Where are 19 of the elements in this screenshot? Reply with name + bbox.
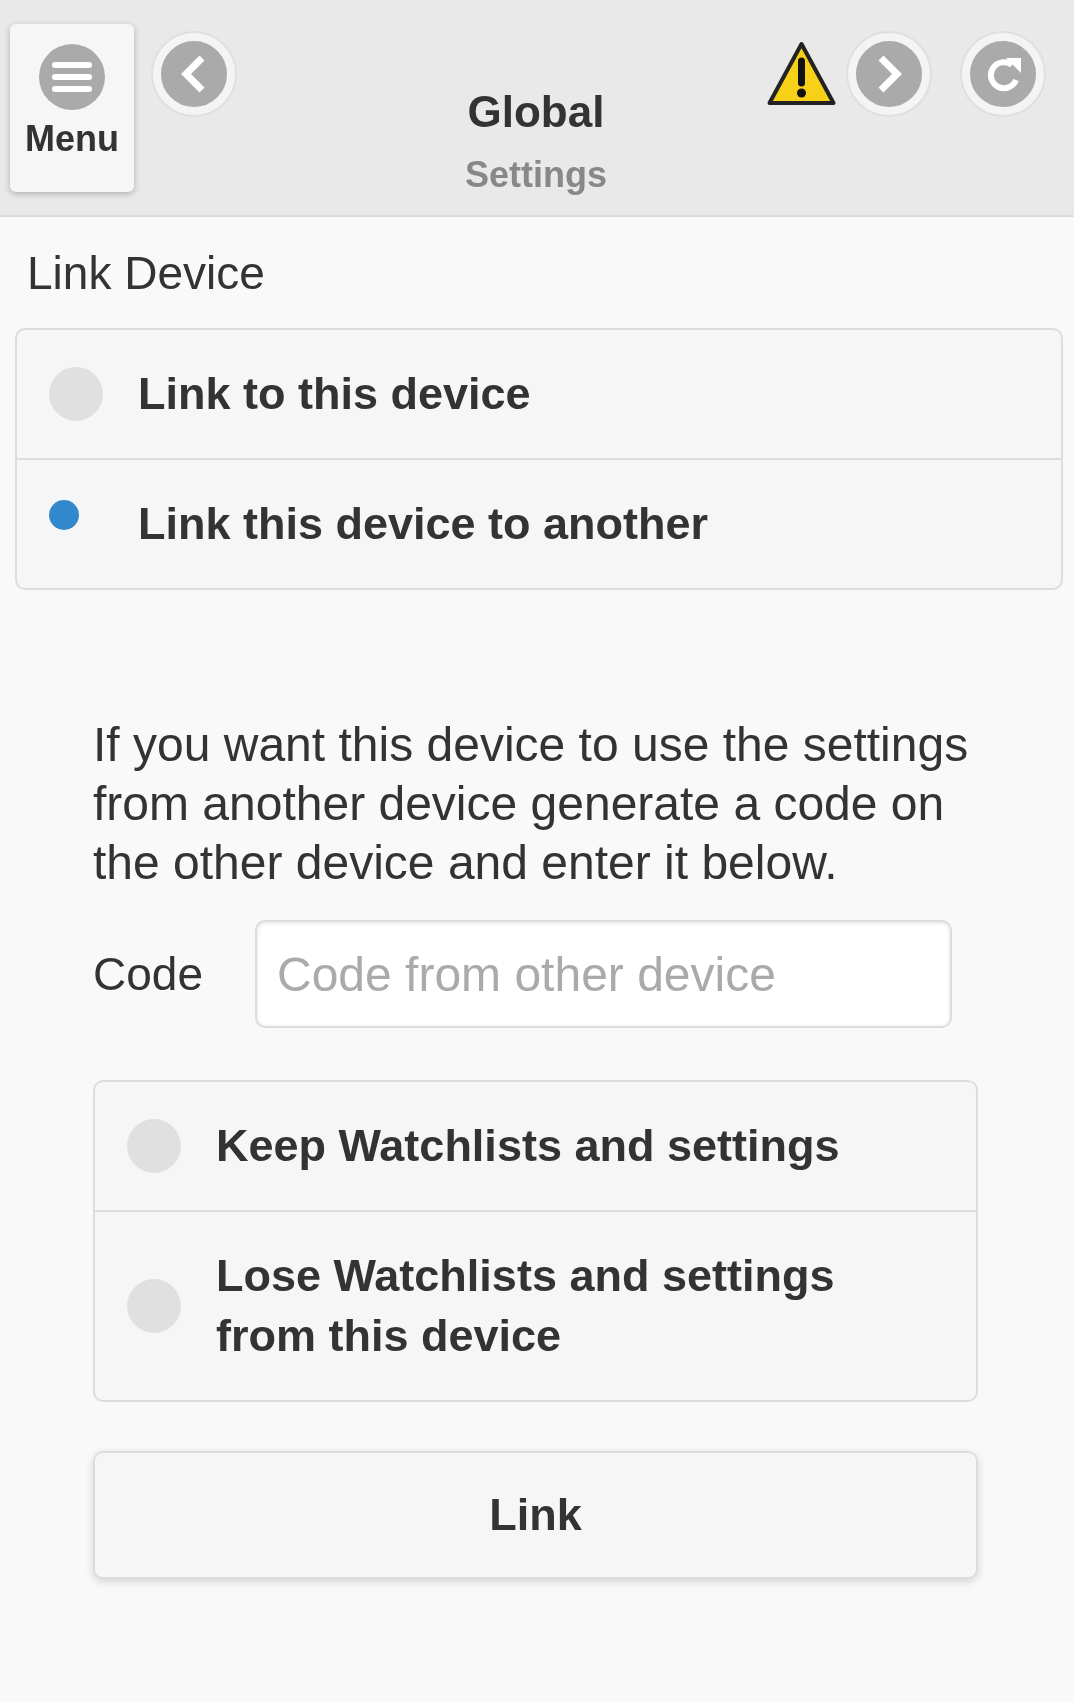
page-subtitle: Settings: [465, 153, 607, 197]
menu-icon: [39, 44, 105, 110]
code-input[interactable]: Code from other device: [255, 920, 952, 1028]
back-button[interactable]: [153, 33, 235, 115]
warning-icon[interactable]: [767, 41, 836, 106]
radio-option[interactable]: Keep Watchlists and settings: [95, 1082, 976, 1210]
radio-option[interactable]: Link to this device: [17, 330, 1061, 458]
radio-option[interactable]: Link this device to another: [17, 458, 1061, 588]
refresh-button[interactable]: [962, 33, 1044, 115]
forward-button[interactable]: [848, 33, 930, 115]
link-button[interactable]: Link: [93, 1451, 978, 1579]
section-title: Link Device: [27, 247, 266, 299]
chevron-left-icon: [181, 54, 207, 94]
radio-option[interactable]: Lose Watchlists and settings from this device: [95, 1210, 976, 1400]
menu-button[interactable]: Menu: [10, 24, 134, 192]
code-label: Code: [93, 947, 204, 1002]
chevron-right-icon: [876, 54, 902, 94]
page-title: Global: [467, 86, 605, 138]
instructions-text: If you want this device to use the settings from another device generate a code on the other device and enter it below.: [93, 717, 970, 891]
